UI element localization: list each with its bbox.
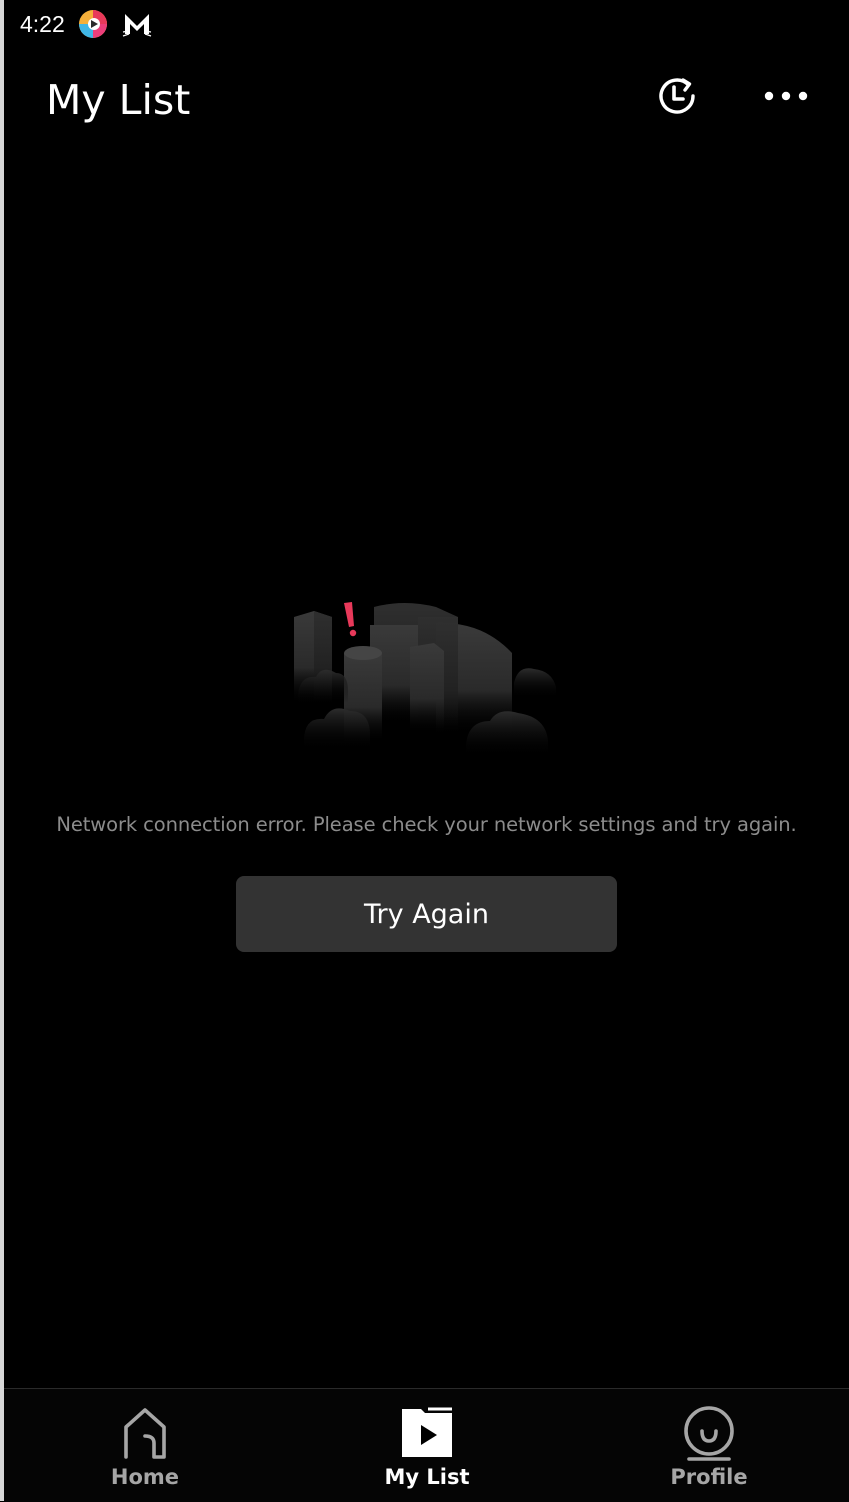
profile-icon [681,1405,737,1461]
history-icon [652,71,702,125]
status-time: 4:22 [20,11,65,37]
nav-item-home[interactable]: Home [45,1389,245,1502]
colorful-app-icon [77,8,109,40]
my-list-icon [399,1405,455,1461]
network-error-message: Network connection error. Please check y… [56,813,797,836]
home-icon [117,1405,173,1461]
history-button[interactable] [649,70,705,126]
page-title: My List [46,76,191,124]
screen-edge [0,0,4,1501]
cat-mail-icon [121,8,153,40]
nav-label-my-list: My List [384,1465,470,1489]
more-options-button[interactable] [758,70,814,126]
more-icon [760,86,812,110]
network-error-illustration [286,595,564,765]
bottom-navigation: Home My List Profile [4,1388,849,1502]
app-screen: 4:22 My List Network connection error. P… [0,0,849,1502]
nav-item-profile[interactable]: Profile [609,1389,809,1502]
nav-label-profile: Profile [670,1465,748,1489]
nav-label-home: Home [110,1465,180,1489]
app-header: My List [4,62,849,142]
nav-item-my-list[interactable]: My List [327,1389,527,1502]
status-bar: 4:22 [4,0,849,50]
try-again-button[interactable]: Try Again [236,876,617,952]
